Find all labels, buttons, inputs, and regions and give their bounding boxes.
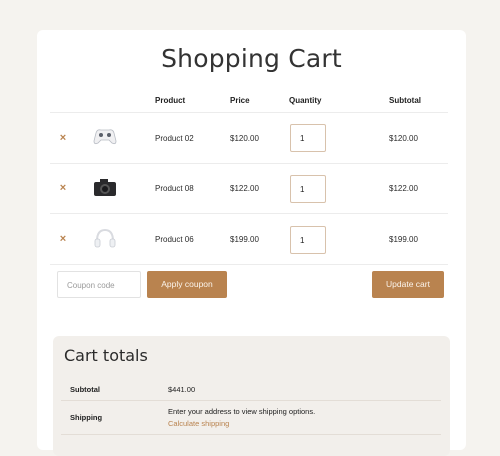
game-controller-icon[interactable]	[92, 124, 118, 148]
camera-icon[interactable]	[92, 176, 118, 200]
cart-totals-panel: Cart totals Subtotal $441.00 Shipping En…	[53, 336, 450, 456]
quantity-value: 1	[300, 134, 305, 143]
page-title: Shopping Cart	[161, 44, 342, 73]
quantity-input[interactable]: 1	[290, 175, 326, 203]
quantity-input[interactable]: 1	[290, 226, 326, 254]
row-subtotal: $122.00	[389, 184, 418, 193]
product-price: $120.00	[230, 134, 259, 143]
product-price: $122.00	[230, 184, 259, 193]
row-subtotal: $199.00	[389, 235, 418, 244]
row-subtotal: $120.00	[389, 134, 418, 143]
quantity-value: 1	[300, 185, 305, 194]
remove-item-button[interactable]: ×	[58, 183, 68, 194]
calculate-shipping-link[interactable]: Calculate shipping	[168, 419, 229, 428]
coupon-placeholder: Coupon code	[67, 281, 115, 290]
totals-divider	[61, 434, 441, 435]
product-price: $199.00	[230, 235, 259, 244]
subtotal-value: $441.00	[168, 385, 196, 394]
update-cart-button[interactable]: Update cart	[372, 271, 444, 298]
product-name[interactable]: Product 06	[155, 235, 194, 244]
header-quantity: Quantity	[289, 96, 322, 105]
remove-item-button[interactable]: ×	[58, 133, 68, 144]
cart-card: Shopping Cart Product Price Quantity Sub…	[37, 30, 466, 456]
product-name[interactable]: Product 02	[155, 134, 194, 143]
header-product: Product	[155, 96, 186, 105]
shipping-text: Enter your address to view shipping opti…	[168, 407, 316, 416]
quantity-input[interactable]: 1	[290, 124, 326, 152]
header-subtotal: Subtotal	[389, 96, 421, 105]
row-divider	[50, 213, 448, 214]
header-price: Price	[230, 96, 250, 105]
cart-totals-title: Cart totals	[64, 346, 148, 365]
headphones-icon[interactable]	[92, 226, 118, 250]
row-divider	[50, 264, 448, 265]
row-divider	[50, 163, 448, 164]
subtotal-label: Subtotal	[70, 385, 100, 394]
quantity-value: 1	[300, 236, 305, 245]
totals-divider	[61, 400, 441, 401]
product-name[interactable]: Product 08	[155, 184, 194, 193]
shipping-label: Shipping	[70, 413, 103, 422]
remove-item-button[interactable]: ×	[58, 234, 68, 245]
row-divider	[50, 112, 448, 113]
apply-coupon-button[interactable]: Apply coupon	[147, 271, 227, 298]
coupon-code-input[interactable]: Coupon code	[57, 271, 141, 298]
